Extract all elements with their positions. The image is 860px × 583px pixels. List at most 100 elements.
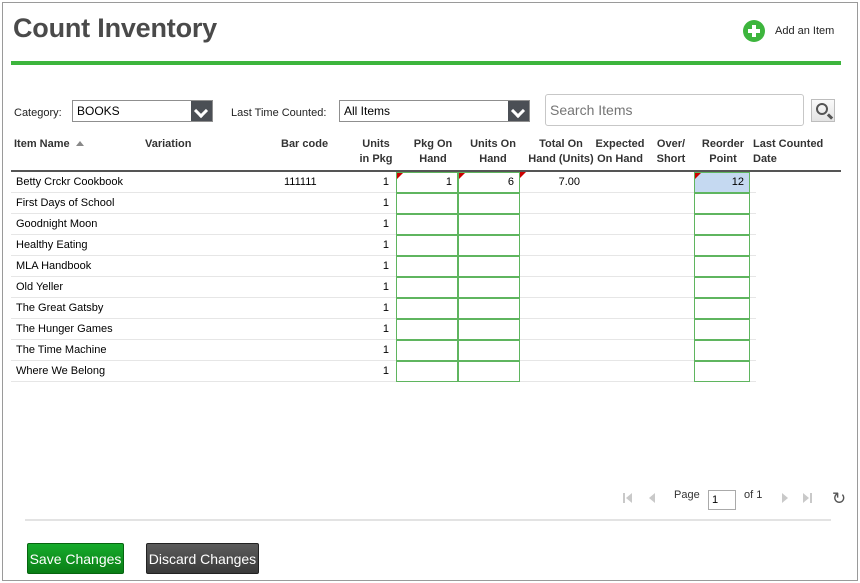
units-on-hand-input[interactable] [458, 193, 520, 214]
total-on-hand [520, 277, 580, 298]
units-in-pkg: 1 [382, 218, 389, 230]
category-select[interactable]: BOOKS [72, 100, 213, 122]
pkg-on-hand-input[interactable]: 1 [396, 172, 458, 193]
page-count: of 1 [744, 489, 763, 501]
chevron-down-icon[interactable] [508, 101, 529, 121]
reorder-point-input[interactable] [694, 361, 750, 382]
column-last-counted-date[interactable]: Last Counted Date [753, 137, 823, 167]
total-on-hand [520, 361, 580, 382]
add-item-label: Add an Item [775, 25, 835, 37]
table-row[interactable]: The Great Gatsby 1 [11, 298, 756, 319]
column-bar-code[interactable]: Bar code [281, 137, 328, 152]
units-in-pkg: 1 [382, 281, 389, 293]
reorder-point-input[interactable] [694, 193, 750, 214]
pkg-on-hand-input[interactable] [396, 298, 458, 319]
category-label: Category: [14, 107, 62, 119]
reorder-point-input[interactable] [694, 214, 750, 235]
total-on-hand [520, 256, 580, 277]
units-on-hand-input[interactable] [458, 214, 520, 235]
title-divider [11, 61, 841, 65]
reorder-point-input[interactable] [694, 277, 750, 298]
table-row[interactable]: MLA Handbook 1 [11, 256, 756, 277]
units-on-hand-input[interactable] [458, 235, 520, 256]
column-expected-on-hand[interactable]: Expected On Hand [591, 137, 649, 167]
pkg-on-hand-input[interactable] [396, 277, 458, 298]
chevron-down-icon[interactable] [191, 101, 212, 121]
reorder-point-input[interactable] [694, 340, 750, 361]
total-on-hand [520, 235, 580, 256]
units-on-hand-input[interactable]: 6 [458, 172, 520, 193]
table-row[interactable]: Healthy Eating 1 [11, 235, 756, 256]
previous-page-icon[interactable] [648, 493, 658, 503]
table-row[interactable]: The Hunger Games 1 [11, 319, 756, 340]
table-row[interactable]: The Time Machine 1 [11, 340, 756, 361]
total-on-hand [520, 298, 580, 319]
footer-divider [25, 519, 831, 521]
sort-ascending-icon [75, 141, 84, 146]
next-page-icon[interactable] [781, 493, 791, 503]
page-label: Page [674, 489, 700, 501]
search-icon [816, 103, 828, 115]
total-on-hand: 7.00 [520, 172, 580, 193]
column-over-short[interactable]: Over/Short [651, 137, 691, 167]
pkg-on-hand-input[interactable] [396, 340, 458, 361]
search-input[interactable] [545, 94, 804, 126]
column-units-on-hand[interactable]: Units On Hand [463, 137, 523, 167]
item-name: Betty Crckr Cookbook [16, 176, 123, 188]
column-item-name[interactable]: Item Name [14, 137, 84, 152]
category-value: BOOKS [77, 104, 120, 118]
units-in-pkg: 1 [382, 239, 389, 251]
units-in-pkg: 1 [382, 176, 389, 188]
table-row[interactable]: Betty Crckr Cookbook 111111 1 1 6 7.00 12 [11, 172, 756, 193]
units-on-hand-input[interactable] [458, 298, 520, 319]
pkg-on-hand-input[interactable] [396, 235, 458, 256]
units-on-hand-input[interactable] [458, 277, 520, 298]
table-row[interactable]: Old Yeller 1 [11, 277, 756, 298]
column-variation[interactable]: Variation [145, 137, 191, 152]
item-name: MLA Handbook [16, 260, 92, 272]
item-name: First Days of School [16, 197, 115, 209]
units-in-pkg: 1 [382, 260, 389, 272]
pkg-on-hand-input[interactable] [396, 361, 458, 382]
pkg-on-hand-input[interactable] [396, 256, 458, 277]
item-name: The Hunger Games [16, 323, 113, 335]
save-changes-button[interactable]: Save Changes [27, 543, 124, 574]
discard-changes-button[interactable]: Discard Changes [146, 543, 259, 574]
page-number-input[interactable] [708, 490, 736, 510]
reorder-point-input[interactable] [694, 298, 750, 319]
units-in-pkg: 1 [382, 323, 389, 335]
last-counted-select[interactable]: All Items [339, 100, 530, 122]
total-on-hand [520, 193, 580, 214]
table-row[interactable]: First Days of School 1 [11, 193, 756, 214]
column-total-on-hand[interactable]: Total On Hand (Units) [523, 137, 599, 167]
add-item-button[interactable]: Add an Item [743, 20, 834, 42]
reorder-point-input[interactable] [694, 256, 750, 277]
item-name: Old Yeller [16, 281, 64, 293]
table-row[interactable]: Goodnight Moon 1 [11, 214, 756, 235]
refresh-icon[interactable]: ↻ [830, 490, 848, 508]
units-on-hand-input[interactable] [458, 340, 520, 361]
units-on-hand-input[interactable] [458, 256, 520, 277]
column-units-in-pkg[interactable]: Units in Pkg [351, 137, 401, 167]
item-name: Goodnight Moon [16, 218, 98, 230]
last-page-icon[interactable] [803, 493, 813, 503]
reorder-point-input[interactable] [694, 319, 750, 340]
count-inventory-window: Count Inventory Add an Item Category: BO… [2, 2, 858, 581]
item-name: Where We Belong [16, 365, 106, 377]
units-on-hand-input[interactable] [458, 361, 520, 382]
column-pkg-on-hand[interactable]: Pkg On Hand [403, 137, 463, 167]
units-in-pkg: 1 [382, 365, 389, 377]
total-on-hand [520, 214, 580, 235]
units-in-pkg: 1 [382, 197, 389, 209]
column-reorder-point[interactable]: Reorder Point [697, 137, 749, 167]
search-button[interactable] [811, 99, 835, 122]
table-row[interactable]: Where We Belong 1 [11, 361, 756, 382]
units-on-hand-input[interactable] [458, 319, 520, 340]
pkg-on-hand-input[interactable] [396, 193, 458, 214]
first-page-icon[interactable] [623, 493, 633, 503]
reorder-point-input[interactable] [694, 235, 750, 256]
pkg-on-hand-input[interactable] [396, 214, 458, 235]
pkg-on-hand-input[interactable] [396, 319, 458, 340]
reorder-point-input[interactable]: 12 [694, 172, 750, 193]
page-title: Count Inventory [13, 13, 217, 43]
